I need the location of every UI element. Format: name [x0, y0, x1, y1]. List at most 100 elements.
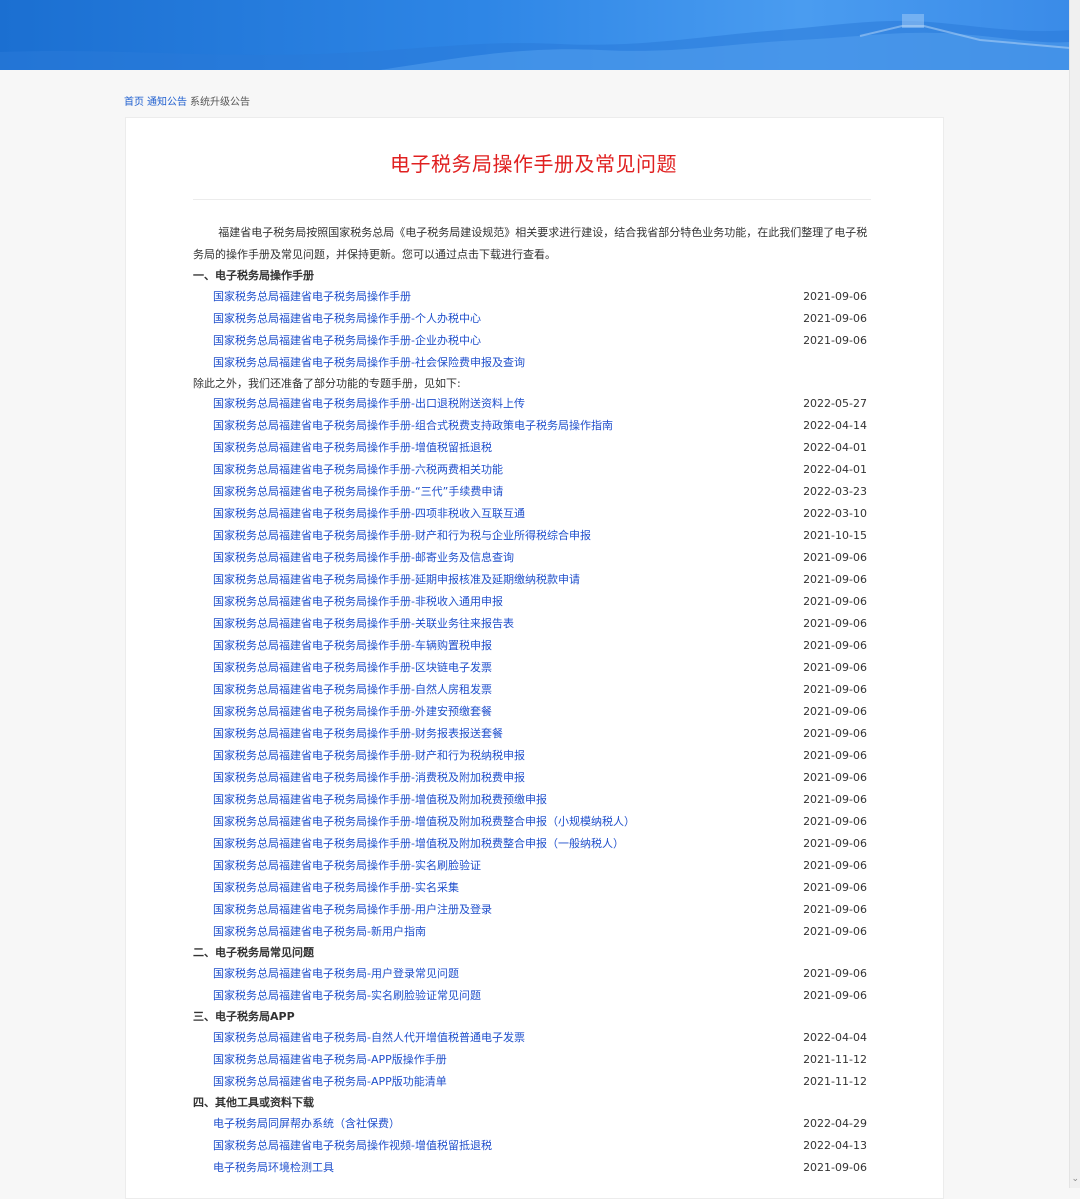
download-list-item: 国家税务总局福建省电子税务局-新用户指南 2021-09-06 [193, 921, 869, 943]
download-link[interactable]: 国家税务总局福建省电子税务局-自然人代开增值税普通电子发票 [213, 1027, 525, 1049]
tools-list: 电子税务局同屏帮办系统（含社保费） 2022-04-29 国家税务总局福建省电子税务… [193, 1113, 869, 1179]
download-list-item: 国家税务总局福建省电子税务局操作手册-实名采集 2021-09-06 [193, 877, 869, 899]
download-link[interactable]: 国家税务总局福建省电子税务局操作手册-出口退税附送资料上传 [213, 393, 525, 415]
publish-date: 2021-09-06 [803, 312, 867, 325]
publish-date: 2021-09-06 [803, 815, 867, 828]
download-list-item: 国家税务总局福建省电子税务局操作手册-四项非税收入互联互通 2022-03-10 [193, 503, 869, 525]
breadcrumb-notices[interactable]: 通知公告 [147, 97, 187, 108]
download-list-item: 国家税务总局福建省电子税务局操作手册-车辆购置税申报 2021-09-06 [193, 635, 869, 657]
download-link[interactable]: 国家税务总局福建省电子税务局操作手册-财产和行为税纳税申报 [213, 745, 525, 767]
publish-date: 2021-11-12 [803, 1053, 867, 1066]
publish-date: 2021-09-06 [803, 334, 867, 347]
download-link[interactable]: 国家税务总局福建省电子税务局操作手册-自然人房租发票 [213, 679, 492, 701]
download-link[interactable]: 国家税务总局福建省电子税务局操作手册-实名刷脸验证 [213, 855, 481, 877]
download-list-item: 国家税务总局福建省电子税务局操作手册-延期申报核准及延期缴纳税款申请 2021-0… [193, 569, 869, 591]
download-link[interactable]: 国家税务总局福建省电子税务局操作手册-邮寄业务及信息查询 [213, 547, 514, 569]
download-link[interactable]: 电子税务局同屏帮办系统（含社保费） [213, 1113, 400, 1135]
publish-date: 2022-04-29 [803, 1117, 867, 1130]
banner-landscape-image [0, 14, 1070, 70]
download-link[interactable]: 国家税务总局福建省电子税务局操作手册-增值税及附加税费预缴申报 [213, 789, 547, 811]
download-link[interactable]: 国家税务总局福建省电子税务局操作手册-四项非税收入互联互通 [213, 503, 525, 525]
header-banner [0, 0, 1070, 70]
publish-date: 2021-10-15 [803, 529, 867, 542]
download-link[interactable]: 国家税务总局福建省电子税务局操作手册-延期申报核准及延期缴纳税款申请 [213, 569, 580, 591]
download-link[interactable]: 国家税务总局福建省电子税务局-APP版功能清单 [213, 1071, 447, 1093]
chevron-down-icon[interactable]: ⌄ [1071, 1175, 1079, 1184]
download-list-item: 国家税务总局福建省电子税务局-APP版操作手册 2021-11-12 [193, 1049, 869, 1071]
download-link[interactable]: 国家税务总局福建省电子税务局操作手册-“三代”手续费申请 [213, 481, 503, 503]
publish-date: 2021-09-06 [803, 727, 867, 740]
download-list-item: 国家税务总局福建省电子税务局操作手册-区块链电子发票 2021-09-06 [193, 657, 869, 679]
publish-date: 2021-09-06 [803, 881, 867, 894]
publish-date: 2021-09-06 [803, 551, 867, 564]
download-list-item: 国家税务总局福建省电子税务局-用户登录常见问题 2021-09-06 [193, 963, 869, 985]
download-link[interactable]: 国家税务总局福建省电子税务局操作手册-组合式税费支持政策电子税务局操作指南 [213, 415, 613, 437]
special-manual-list: 国家税务总局福建省电子税务局操作手册-出口退税附送资料上传 2022-05-27 国… [193, 393, 869, 943]
download-link[interactable]: 国家税务总局福建省电子税务局操作手册-财务报表报送套餐 [213, 723, 503, 745]
download-link[interactable]: 国家税务总局福建省电子税务局操作手册-非税收入通用申报 [213, 591, 503, 613]
section-heading-tools: 四、其他工具或资料下载 [193, 1096, 314, 1109]
app-list: 国家税务总局福建省电子税务局-自然人代开增值税普通电子发票 2022-04-04 国… [193, 1027, 869, 1093]
download-link[interactable]: 国家税务总局福建省电子税务局-实名刷脸验证常见问题 [213, 985, 481, 1007]
publish-date: 2021-09-06 [803, 705, 867, 718]
download-link[interactable]: 国家税务总局福建省电子税务局操作手册-区块链电子发票 [213, 657, 492, 679]
publish-date: 2022-04-13 [803, 1139, 867, 1152]
breadcrumb: 首页 通知公告 系统升级公告 [124, 93, 250, 108]
download-link[interactable]: 国家税务总局福建省电子税务局操作手册-消费税及附加税费申报 [213, 767, 525, 789]
publish-date: 2021-09-06 [803, 925, 867, 938]
download-link[interactable]: 国家税务总局福建省电子税务局-用户登录常见问题 [213, 963, 459, 985]
download-list-item: 国家税务总局福建省电子税务局操作手册-增值税及附加税费整合申报（一般纳税人） 20… [193, 833, 869, 855]
download-link[interactable]: 国家税务总局福建省电子税务局操作手册-财产和行为税与企业所得税综合申报 [213, 525, 591, 547]
download-link[interactable]: 国家税务总局福建省电子税务局操作手册-个人办税中心 [213, 308, 481, 330]
publish-date: 2021-09-06 [803, 859, 867, 872]
download-list-item: 国家税务总局福建省电子税务局操作手册-增值税及附加税费整合申报（小规模纳税人） 2… [193, 811, 869, 833]
download-list-item: 国家税务总局福建省电子税务局操作手册-实名刷脸验证 2021-09-06 [193, 855, 869, 877]
download-link[interactable]: 国家税务总局福建省电子税务局操作手册-实名采集 [213, 877, 459, 899]
download-list-item: 国家税务总局福建省电子税务局操作手册-自然人房租发票 2021-09-06 [193, 679, 869, 701]
download-link[interactable]: 国家税务总局福建省电子税务局操作手册-增值税留抵退税 [213, 437, 492, 459]
publish-date: 2022-04-04 [803, 1031, 867, 1044]
publish-date: 2022-03-10 [803, 507, 867, 520]
download-link[interactable]: 国家税务总局福建省电子税务局-新用户指南 [213, 921, 426, 943]
download-link[interactable]: 国家税务总局福建省电子税务局操作手册-外建安预缴套餐 [213, 701, 492, 723]
download-list-item: 国家税务总局福建省电子税务局操作手册-关联业务往来报告表 2021-09-06 [193, 613, 869, 635]
title-divider [193, 199, 871, 200]
download-list-item: 国家税务总局福建省电子税务局操作手册-“三代”手续费申请 2022-03-23 [193, 481, 869, 503]
faq-list: 国家税务总局福建省电子税务局-用户登录常见问题 2021-09-06 国家税务总局福… [193, 963, 869, 1007]
publish-date: 2021-09-06 [803, 617, 867, 630]
intro-paragraph: 福建省电子税务局按照国家税务总局《电子税务局建设规范》相关要求进行建设，结合我省… [193, 226, 868, 261]
page-title: 电子税务局操作手册及常见问题 [390, 152, 677, 176]
download-link[interactable]: 国家税务总局福建省电子税务局操作手册 [213, 286, 411, 308]
page-scrollbar[interactable]: ⌄ [1069, 0, 1080, 1188]
download-link[interactable]: 国家税务总局福建省电子税务局操作视频-增值税留抵退税 [213, 1135, 492, 1157]
publish-date: 2021-09-06 [803, 793, 867, 806]
download-link[interactable]: 国家税务总局福建省电子税务局操作手册-用户注册及登录 [213, 899, 492, 921]
download-link[interactable]: 国家税务总局福建省电子税务局操作手册-关联业务往来报告表 [213, 613, 514, 635]
download-link[interactable]: 国家税务总局福建省电子税务局操作手册-车辆购置税申报 [213, 635, 492, 657]
download-list-item: 国家税务总局福建省电子税务局操作手册-非税收入通用申报 2021-09-06 [193, 591, 869, 613]
breadcrumb-current: 系统升级公告 [190, 97, 250, 108]
breadcrumb-home[interactable]: 首页 [124, 97, 144, 108]
download-link[interactable]: 国家税务总局福建省电子税务局操作手册-企业办税中心 [213, 330, 481, 352]
download-list-item: 电子税务局同屏帮办系统（含社保费） 2022-04-29 [193, 1113, 869, 1135]
publish-date: 2022-03-23 [803, 485, 867, 498]
publish-date: 2022-05-27 [803, 397, 867, 410]
publish-date: 2021-09-06 [803, 989, 867, 1002]
download-list-item: 国家税务总局福建省电子税务局-实名刷脸验证常见问题 2021-09-06 [193, 985, 869, 1007]
publish-date: 2021-09-06 [803, 639, 867, 652]
download-link[interactable]: 国家税务总局福建省电子税务局-APP版操作手册 [213, 1049, 447, 1071]
download-list-item: 国家税务总局福建省电子税务局操作手册-增值税及附加税费预缴申报 2021-09-0… [193, 789, 869, 811]
publish-date: 2021-09-06 [803, 290, 867, 303]
download-link[interactable]: 国家税务总局福建省电子税务局操作手册-增值税及附加税费整合申报（一般纳税人） [213, 833, 624, 855]
publish-date: 2021-09-06 [803, 967, 867, 980]
download-link[interactable]: 电子税务局环境检测工具 [213, 1157, 334, 1179]
publish-date: 2021-09-06 [803, 771, 867, 784]
section-heading-faq: 二、电子税务局常见问题 [193, 946, 314, 959]
publish-date: 2022-04-01 [803, 441, 867, 454]
download-link[interactable]: 国家税务总局福建省电子税务局操作手册-增值税及附加税费整合申报（小规模纳税人） [213, 811, 635, 833]
download-list-item: 国家税务总局福建省电子税务局操作手册-财产和行为税纳税申报 2021-09-06 [193, 745, 869, 767]
publish-date: 2021-09-06 [803, 661, 867, 674]
download-link[interactable]: 国家税务总局福建省电子税务局操作手册-社会保险费申报及查询 [213, 352, 525, 374]
download-link[interactable]: 国家税务总局福建省电子税务局操作手册-六税两费相关功能 [213, 459, 503, 481]
publish-date: 2021-09-06 [803, 1161, 867, 1174]
